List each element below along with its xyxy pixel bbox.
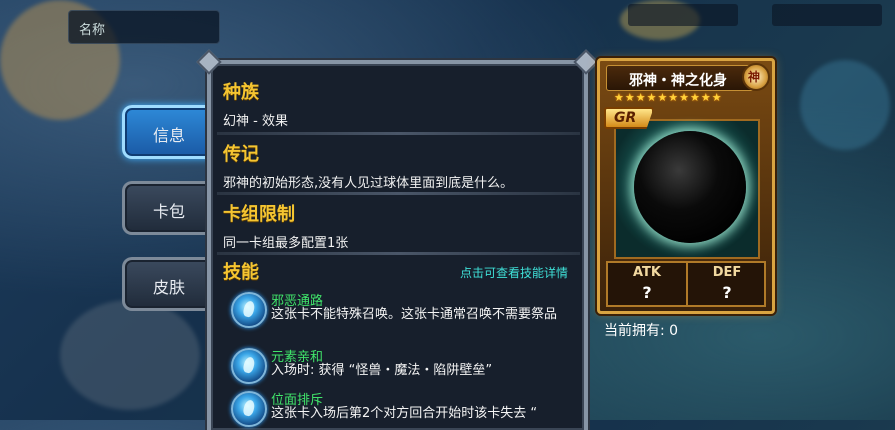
deck-limit-text: 同一卡组最多配置1张 xyxy=(223,236,349,251)
skills-section: 技能 点击可查看技能详情 邪恶通路 这张卡不能特殊召唤。这张卡通常召唤不需要祭品… xyxy=(223,258,578,428)
def-label: DEF xyxy=(712,265,742,280)
card-artwork xyxy=(614,119,760,259)
background-decoration xyxy=(800,60,890,150)
panel-corner-ornament xyxy=(573,49,599,75)
skill-desc: 入场时: 获得 “怪兽・魔法・陷阱壁垒” xyxy=(271,363,493,378)
divider xyxy=(217,132,580,135)
info-panel: 种族 幻神 - 效果 传记 邪神的初始形态,没有人见过球体里面到底是什么。 卡组… xyxy=(196,49,599,430)
god-badge-label: 神 xyxy=(748,70,761,84)
card-name: 邪神・神之化身 xyxy=(629,73,727,89)
top-name-bar: 名称 xyxy=(68,10,220,44)
bio-text: 邪神的初始形态,没有人见过球体里面到底是什么。 xyxy=(223,176,514,191)
race-text: 幻神 - 效果 xyxy=(223,114,288,129)
owned-count: 当前拥有: 0 xyxy=(604,323,679,339)
tab-skin-label: 皮肤 xyxy=(153,278,186,297)
race-title: 种族 xyxy=(223,82,259,103)
deck-limit-title: 卡组限制 xyxy=(223,204,295,225)
tab-card-pack-label: 卡包 xyxy=(153,202,186,221)
skill-desc: 这张卡不能特殊召唤。这张卡通常召唤不需要祭品 xyxy=(271,307,558,322)
divider xyxy=(217,252,580,255)
divider xyxy=(217,192,580,195)
rarity-label: GR xyxy=(614,110,637,126)
tab-info-label: 信息 xyxy=(153,126,186,145)
rarity-badge: GR xyxy=(604,107,654,129)
top-resource-bar xyxy=(628,4,738,26)
def-value: ? xyxy=(722,283,732,302)
water-drop-icon xyxy=(231,391,267,427)
god-attribute-icon: 神 xyxy=(742,63,770,91)
monster-card[interactable]: 邪神・神之化身 神 ★★★★★★★★★★ GR ATK ? DEF ? xyxy=(597,58,775,314)
card-title-bar: 邪神・神之化身 xyxy=(606,65,754,91)
dark-orb-image xyxy=(634,131,746,243)
skill-details-link[interactable]: 点击可查看技能详情 xyxy=(460,264,568,281)
bio-title: 传记 xyxy=(223,144,259,165)
card-stats: ATK ? DEF ? xyxy=(606,261,766,307)
background-decoration xyxy=(60,300,200,410)
top-name-text: 名称 xyxy=(79,23,106,38)
def-stat: DEF ? xyxy=(688,263,766,305)
race-section: 种族 幻神 - 效果 xyxy=(223,78,578,129)
bio-section: 传记 邪神的初始形态,没有人见过球体里面到底是什么。 xyxy=(223,140,578,191)
atk-label: ATK xyxy=(633,265,661,280)
water-drop-icon xyxy=(231,292,267,328)
atk-stat: ATK ? xyxy=(608,263,686,305)
water-drop-icon xyxy=(231,348,267,384)
panel-corner-ornament xyxy=(196,49,222,75)
atk-value: ? xyxy=(642,283,652,302)
deck-limit-section: 卡组限制 同一卡组最多配置1张 xyxy=(223,200,578,251)
level-stars: ★★★★★★★★★★ xyxy=(614,91,723,104)
top-resource-bar xyxy=(772,4,882,26)
